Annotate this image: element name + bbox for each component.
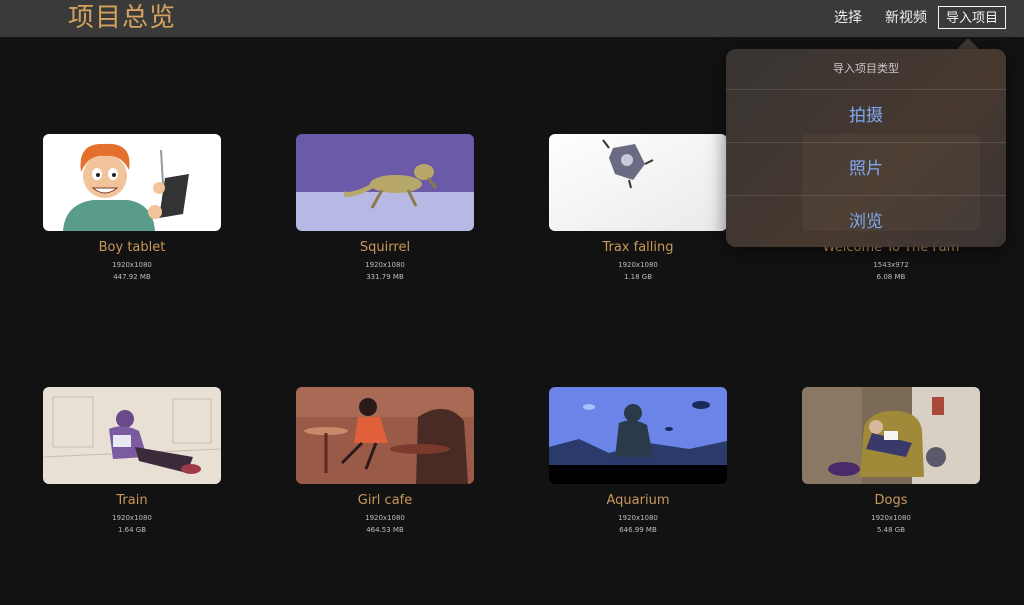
menu-item-capture[interactable]: 拍摄: [726, 90, 1006, 143]
project-thumbnail[interactable]: [43, 134, 221, 231]
import-type-popover: 导入项目类型 拍摄 照片 浏览: [726, 49, 1006, 247]
project-card-train[interactable]: Train 1920x1080 1.64 GB: [42, 387, 222, 535]
project-file-size: 6.08 MB: [876, 273, 906, 281]
boy-tablet-image: [43, 134, 221, 231]
project-file-size: 1.18 GB: [623, 273, 653, 281]
project-file-size: 331.79 MB: [366, 273, 404, 281]
project-name: Boy tablet: [98, 240, 166, 255]
project-name: Trax falling: [602, 240, 674, 255]
project-resolution: 1920x1080: [365, 514, 405, 522]
project-resolution: 1920x1080: [618, 514, 658, 522]
project-name: Squirrel: [359, 240, 411, 255]
project-card-squirrel[interactable]: Squirrel 1920x1080 331.79 MB: [295, 134, 475, 282]
project-name: Dogs: [874, 493, 908, 508]
project-name: Girl cafe: [357, 493, 413, 508]
project-thumbnail[interactable]: [549, 134, 727, 231]
project-file-size: 447.92 MB: [113, 273, 151, 281]
project-resolution: 1920x1080: [871, 514, 911, 522]
menu-item-photos[interactable]: 照片: [726, 143, 1006, 196]
project-card-trax-falling[interactable]: Trax falling 1920x1080 1.18 GB: [548, 134, 728, 282]
squirrel-image: [296, 134, 474, 231]
menu-item-browse[interactable]: 浏览: [726, 196, 1006, 248]
project-file-size: 646.99 MB: [619, 526, 657, 534]
project-file-size: 464.53 MB: [366, 526, 404, 534]
project-thumbnail[interactable]: [802, 387, 980, 484]
popover-title: 导入项目类型: [726, 49, 1006, 90]
project-resolution: 1543x972: [873, 261, 909, 269]
trax-falling-image: [549, 134, 727, 231]
project-card-dogs[interactable]: Dogs 1920x1080 5.48 GB: [801, 387, 981, 535]
project-thumbnail[interactable]: [296, 134, 474, 231]
project-name: Aquarium: [606, 493, 670, 508]
project-resolution: 1920x1080: [112, 261, 152, 269]
project-file-size: 1.64 GB: [117, 526, 147, 534]
project-resolution: 1920x1080: [618, 261, 658, 269]
girl-cafe-image: [296, 387, 474, 484]
aquarium-image: [549, 387, 727, 484]
project-resolution: 1920x1080: [365, 261, 405, 269]
project-card-girl-cafe[interactable]: Girl cafe 1920x1080 464.53 MB: [295, 387, 475, 535]
train-image: [43, 387, 221, 484]
project-resolution: 1920x1080: [112, 514, 152, 522]
project-thumbnail[interactable]: [549, 387, 727, 484]
project-file-size: 5.48 GB: [876, 526, 906, 534]
dogs-image: [802, 387, 980, 484]
project-card-aquarium[interactable]: Aquarium 1920x1080 646.99 MB: [548, 387, 728, 535]
project-card-boy-tablet[interactable]: Boy tablet 1920x1080 447.92 MB: [42, 134, 222, 282]
project-thumbnail[interactable]: [296, 387, 474, 484]
project-name: Train: [116, 493, 148, 508]
project-thumbnail[interactable]: [43, 387, 221, 484]
